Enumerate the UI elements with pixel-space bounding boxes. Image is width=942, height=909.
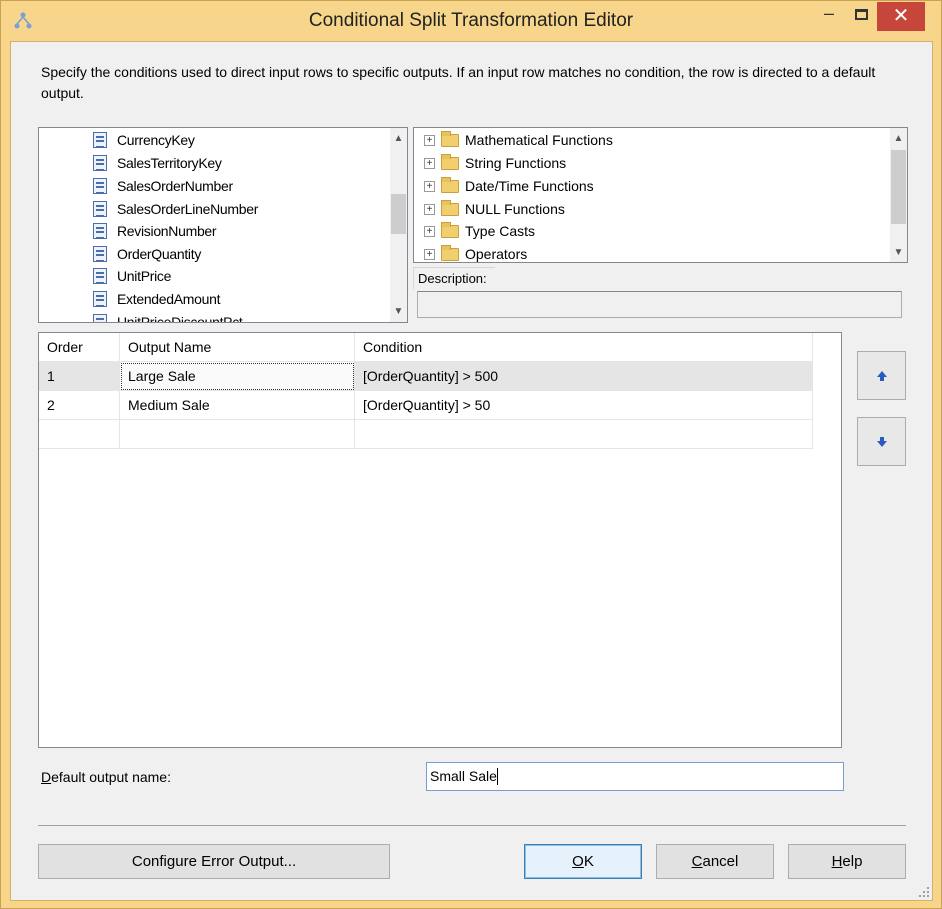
folder-icon: [441, 244, 459, 261]
cancel-button[interactable]: Cancel: [656, 844, 774, 879]
header-output-name[interactable]: Output Name: [120, 333, 355, 361]
input-columns-tree[interactable]: CurrencyKey SalesTerritoryKey SalesOrder…: [38, 127, 408, 323]
title-bar[interactable]: Conditional Split Transformation Editor …: [1, 1, 941, 41]
scroll-thumb[interactable]: [391, 194, 406, 234]
close-button[interactable]: ✕: [877, 2, 925, 31]
dialog-window: Conditional Split Transformation Editor …: [0, 0, 942, 909]
conditions-grid[interactable]: Order Output Name Condition 1 Large Sale…: [38, 332, 842, 748]
column-item[interactable]: SalesOrderNumber: [93, 175, 233, 197]
order-cell[interactable]: 1: [39, 362, 120, 391]
column-icon: [93, 268, 107, 285]
column-icon: [93, 291, 107, 308]
new-row[interactable]: [39, 419, 813, 449]
condition-cell[interactable]: [OrderQuantity] > 500: [355, 362, 813, 391]
column-icon: [93, 132, 107, 149]
order-cell[interactable]: 2: [39, 391, 120, 420]
column-icon: [93, 155, 107, 172]
column-item[interactable]: SalesOrderLineNumber: [93, 198, 258, 220]
folder-icon: [441, 199, 459, 216]
order-cell[interactable]: [39, 420, 120, 449]
help-button[interactable]: Help: [788, 844, 906, 879]
arrow-up-icon: [876, 371, 887, 382]
scroll-up-arrow-icon[interactable]: ▲: [890, 130, 907, 147]
folder-icon: [441, 176, 459, 193]
column-icon: [93, 314, 107, 322]
expand-plus-icon[interactable]: +: [424, 248, 435, 260]
function-category[interactable]: + Mathematical Functions: [424, 129, 613, 151]
header-order[interactable]: Order: [39, 333, 120, 361]
column-item[interactable]: RevisionNumber: [93, 220, 217, 242]
header-condition[interactable]: Condition: [355, 333, 813, 361]
scroll-down-arrow-icon[interactable]: ▼: [890, 244, 907, 261]
expand-plus-icon[interactable]: +: [424, 203, 435, 215]
window-title: Conditional Split Transformation Editor: [308, 10, 634, 31]
grid-divider: [39, 448, 813, 449]
column-icon: [93, 201, 107, 218]
folder-icon: [441, 221, 459, 238]
column-icon: [93, 246, 107, 263]
separator: [38, 825, 906, 826]
function-category[interactable]: + String Functions: [424, 152, 566, 174]
function-category[interactable]: + Date/Time Functions: [424, 175, 594, 197]
scroll-down-arrow-icon[interactable]: ▼: [390, 303, 407, 320]
description-label: Description:: [413, 267, 495, 289]
folder-icon: [441, 130, 459, 147]
description-box: [417, 291, 902, 318]
minimize-button[interactable]: –: [814, 3, 844, 31]
condition-cell[interactable]: [355, 420, 813, 449]
column-item[interactable]: UnitPrice: [93, 265, 171, 287]
ok-button[interactable]: OK: [524, 844, 642, 879]
output-name-cell[interactable]: [120, 420, 355, 449]
text-caret: [496, 767, 498, 785]
scroll-thumb[interactable]: [891, 150, 906, 224]
default-output-label: Default output name:: [41, 769, 171, 785]
dialog-client-area: Specify the conditions used to direct in…: [10, 41, 933, 901]
condition-cell[interactable]: [OrderQuantity] > 50: [355, 391, 813, 420]
column-item[interactable]: ExtendedAmount: [93, 288, 221, 310]
function-category[interactable]: + Operators: [424, 243, 527, 262]
column-item[interactable]: OrderQuantity: [93, 243, 201, 265]
expand-plus-icon[interactable]: +: [424, 134, 435, 146]
expand-plus-icon[interactable]: +: [424, 157, 435, 169]
scroll-up-arrow-icon[interactable]: ▲: [390, 130, 407, 147]
column-icon: [93, 223, 107, 240]
functions-scrollbar[interactable]: ▲ ▼: [890, 128, 907, 262]
move-up-button[interactable]: [857, 351, 906, 400]
folder-icon: [441, 153, 459, 170]
move-down-button[interactable]: [857, 417, 906, 466]
expand-plus-icon[interactable]: +: [424, 225, 435, 237]
table-row[interactable]: 2 Medium Sale [OrderQuantity] > 50: [39, 390, 813, 420]
columns-scrollbar[interactable]: ▲ ▼: [390, 128, 407, 322]
expand-plus-icon[interactable]: +: [424, 180, 435, 192]
column-item[interactable]: SalesTerritoryKey: [93, 152, 222, 174]
column-item[interactable]: UnitPriceDiscountPct: [93, 311, 243, 322]
table-row[interactable]: 1 Large Sale [OrderQuantity] > 500: [39, 361, 813, 391]
maximize-icon: [854, 9, 868, 20]
functions-tree[interactable]: + Mathematical Functions + String Function…: [413, 127, 908, 263]
resize-grip-icon[interactable]: [918, 886, 930, 898]
function-category[interactable]: + Type Casts: [424, 220, 535, 242]
configure-error-output-button[interactable]: Configure Error Output...: [38, 844, 390, 879]
output-name-cell[interactable]: Medium Sale: [120, 391, 355, 420]
function-category[interactable]: + NULL Functions: [424, 198, 565, 220]
default-output-name-input[interactable]: Small Sale: [426, 762, 844, 791]
arrow-down-icon: [876, 437, 887, 448]
grid-header: Order Output Name Condition: [39, 333, 813, 361]
maximize-button[interactable]: [846, 7, 876, 35]
output-name-cell[interactable]: Large Sale: [120, 362, 355, 391]
column-icon: [93, 178, 107, 195]
column-item[interactable]: CurrencyKey: [93, 129, 195, 151]
instructions-text: Specify the conditions used to direct in…: [41, 64, 876, 101]
